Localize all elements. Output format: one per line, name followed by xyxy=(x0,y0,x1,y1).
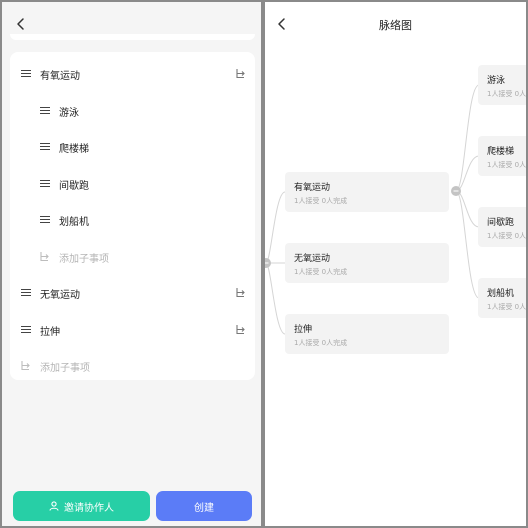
mindmap-panel: 脉络图 有氧运动 1人接受 0人完成 无氧运动 1人接受 0人完成 拉伸 1人接… xyxy=(265,2,526,526)
add-subitem-icon xyxy=(21,361,30,371)
drag-handle-icon[interactable] xyxy=(21,68,31,78)
add-child-row[interactable]: 添加子事项 xyxy=(10,350,255,380)
collapse-toggle-icon xyxy=(265,258,271,268)
node-stats: 1人接受 0人 xyxy=(487,303,526,311)
add-subitem-icon[interactable] xyxy=(235,324,246,335)
drag-handle-icon[interactable] xyxy=(40,178,50,188)
item-list-card: 有氧运动 游泳 爬楼梯 间歇跑 划船机 添加子事项 无氧运动 拉伸 添加子事项 xyxy=(10,52,255,380)
invite-collaborator-button[interactable]: 邀请协作人 xyxy=(13,491,150,521)
add-subitem-icon[interactable] xyxy=(235,68,246,79)
invite-label: 邀请协作人 xyxy=(64,502,114,514)
list-item[interactable]: 爬楼梯 xyxy=(10,131,255,161)
person-icon xyxy=(49,501,59,511)
item-label: 间歇跑 xyxy=(59,181,89,192)
list-item[interactable]: 有氧运动 xyxy=(10,58,255,88)
node-stats: 1人接受 0人 xyxy=(487,90,526,98)
connector-line xyxy=(265,191,286,264)
drag-handle-icon[interactable] xyxy=(40,105,50,115)
item-label: 游泳 xyxy=(59,108,79,119)
list-item[interactable]: 无氧运动 xyxy=(10,277,255,307)
list-item[interactable]: 间歇跑 xyxy=(10,168,255,198)
node-stats: 1人接受 0人 xyxy=(487,232,526,240)
add-subitem-icon xyxy=(40,252,49,262)
drag-handle-icon[interactable] xyxy=(21,287,31,297)
node-stats: 1人接受 0人完成 xyxy=(294,197,348,205)
add-child-label: 添加子事项 xyxy=(40,363,90,374)
item-label: 无氧运动 xyxy=(40,290,80,301)
mindmap-node[interactable]: 游泳 1人接受 0人 xyxy=(478,65,526,105)
node-title: 游泳 xyxy=(487,76,506,86)
create-label: 创建 xyxy=(194,502,214,514)
list-item[interactable]: 游泳 xyxy=(10,95,255,125)
node-title: 爬楼梯 xyxy=(487,147,515,157)
mindmap-node[interactable]: 间歇跑 1人接受 0人 xyxy=(478,207,526,247)
item-label: 划船机 xyxy=(59,217,89,228)
collapse-toggle-icon xyxy=(451,186,461,196)
mindmap-node[interactable]: 无氧运动 1人接受 0人完成 xyxy=(285,243,449,283)
connector-line xyxy=(455,190,480,299)
drag-handle-icon[interactable] xyxy=(40,214,50,224)
mindmap-node[interactable]: 拉伸 1人接受 0人完成 xyxy=(285,314,449,354)
connector-line xyxy=(455,84,480,192)
item-label: 拉伸 xyxy=(40,327,60,338)
add-child-row[interactable]: 添加子事项 xyxy=(10,241,255,271)
node-title: 划船机 xyxy=(487,289,515,299)
connector-line xyxy=(265,262,286,335)
mindmap-node[interactable]: 划船机 1人接受 0人 xyxy=(478,278,526,318)
node-stats: 1人接受 0人完成 xyxy=(294,268,348,276)
node-title: 拉伸 xyxy=(294,325,313,335)
node-stats: 1人接受 0人 xyxy=(487,161,526,169)
list-item[interactable]: 划船机 xyxy=(10,204,255,234)
create-button[interactable]: 创建 xyxy=(156,491,252,521)
add-subitem-icon[interactable] xyxy=(235,287,246,298)
add-child-label: 添加子事项 xyxy=(59,254,109,265)
editor-panel: 有氧运动 游泳 爬楼梯 间歇跑 划船机 添加子事项 无氧运动 拉伸 添加子事项 … xyxy=(2,2,261,526)
mindmap-node[interactable]: 有氧运动 1人接受 0人完成 xyxy=(285,172,449,212)
list-item[interactable]: 拉伸 xyxy=(10,314,255,344)
item-label: 有氧运动 xyxy=(40,71,80,82)
mindmap-node[interactable]: 爬楼梯 1人接受 0人 xyxy=(478,136,526,176)
drag-handle-icon[interactable] xyxy=(21,324,31,334)
node-title: 有氧运动 xyxy=(294,183,331,193)
node-stats: 1人接受 0人完成 xyxy=(294,339,348,347)
item-label: 爬楼梯 xyxy=(59,144,89,155)
drag-handle-icon[interactable] xyxy=(40,141,50,151)
node-title: 间歇跑 xyxy=(487,218,515,228)
back-icon[interactable] xyxy=(14,17,28,31)
collapsed-card-edge xyxy=(10,34,255,40)
node-title: 无氧运动 xyxy=(294,254,331,264)
